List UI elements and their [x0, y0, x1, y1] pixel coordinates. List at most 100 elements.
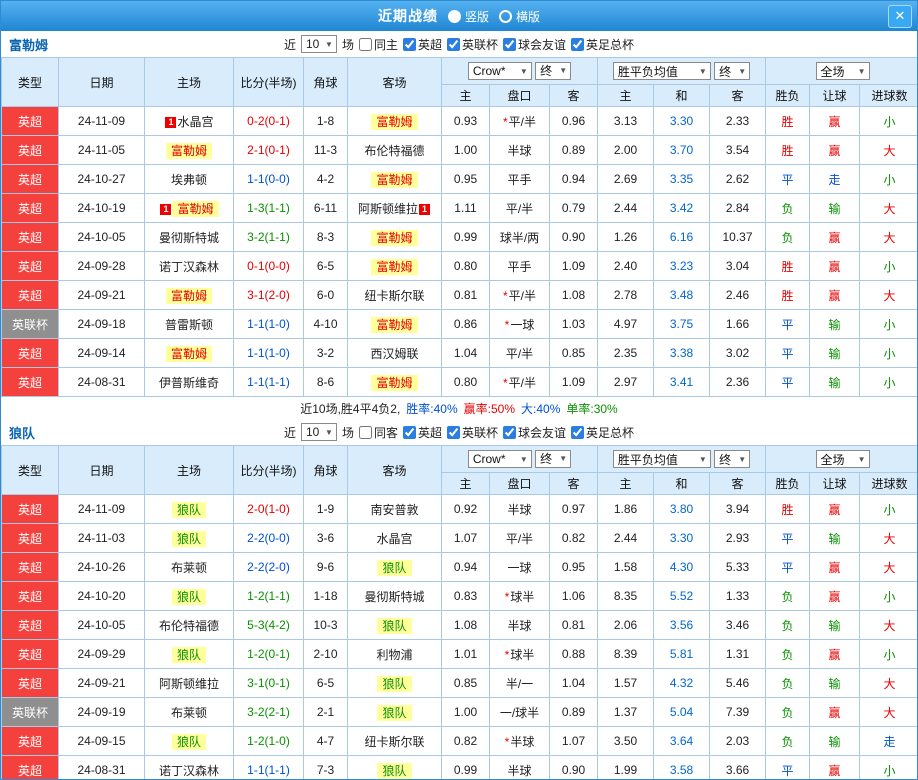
match-scope-select-value: 全场 — [820, 64, 845, 79]
away-team: 富勒姆 — [347, 106, 442, 136]
league-checkbox-epl[interactable]: 英超 — [402, 424, 442, 441]
league-checkbox-facup[interactable]: 英足总杯 — [571, 424, 634, 441]
avg-odds-select[interactable]: 胜平负均值 ▼ — [612, 450, 711, 468]
dropdown-arrow-icon: ▼ — [519, 66, 528, 76]
league-checkbox-friendly[interactable]: 球会友谊 — [503, 36, 566, 53]
handicap-result-mark: 赢 — [809, 755, 861, 779]
goals-result-mark: 大 — [859, 610, 917, 640]
layout-horizontal-radio[interactable]: 横版 — [499, 8, 540, 25]
match-row: 英超 24-11-05 富勒姆 2-1(0-1) 11-3 布伦特福德 1.00 半球 0.89… — [1, 135, 917, 165]
avg-odds-select[interactable]: 胜平负均值 ▼ — [612, 62, 711, 80]
score: 2-2(0-0) — [233, 523, 304, 553]
same-venue-checkbox[interactable]: 同客 — [358, 424, 398, 441]
same-venue-checkbox-input[interactable] — [358, 425, 372, 439]
league-checkbox-facup-input[interactable] — [571, 425, 585, 439]
avg-odds-time-select[interactable]: 终 ▼ — [714, 450, 751, 468]
home-team: 狼队 — [144, 494, 234, 524]
match-row: 英超 24-10-05 布伦特福德 5-3(4-2) 10-3 狼队 1.08 半球 0.81 2… — [1, 610, 917, 640]
close-button[interactable]: ✕ — [888, 5, 912, 28]
league-checkbox-friendly[interactable]: 球会友谊 — [503, 424, 566, 441]
home-odds: 1.11 — [441, 193, 490, 223]
team-highlight: 狼队 — [171, 733, 206, 750]
league-label-eflcup: 英联杯 — [462, 425, 499, 440]
away-odds: 1.07 — [549, 726, 598, 756]
corner-count: 9-6 — [303, 552, 348, 582]
away-odds: 0.82 — [549, 523, 598, 553]
dropdown-arrow-icon: ▼ — [738, 454, 747, 464]
league-type-badge: 英超 — [1, 135, 59, 165]
team-highlight: 狼队 — [377, 559, 412, 576]
league-label-eflcup: 英联杯 — [462, 37, 499, 52]
home-odds: 1.00 — [441, 135, 490, 165]
score: 1-1(1-0) — [233, 309, 304, 339]
score: 3-1(0-1) — [233, 668, 304, 698]
score: 2-2(2-0) — [233, 552, 304, 582]
league-checkbox-epl-input[interactable] — [402, 37, 416, 51]
bookmaker-select-value: Crow* — [472, 64, 506, 79]
match-scope-select[interactable]: 全场 ▼ — [815, 62, 870, 80]
away-odds: 0.95 — [549, 552, 598, 582]
bookmaker-select[interactable]: Crow* ▼ — [467, 62, 532, 81]
corner-count: 6-0 — [303, 280, 348, 310]
league-type-badge: 英联杯 — [1, 309, 59, 339]
avg-draw-odds: 3.30 — [653, 106, 710, 136]
goals-result-mark: 小 — [859, 581, 917, 611]
league-checkbox-eflcup-input[interactable] — [447, 425, 460, 439]
score: 1-3(1-1) — [233, 193, 304, 223]
bookmaker-select[interactable]: Crow* ▼ — [467, 450, 532, 469]
league-checkbox-friendly-input[interactable] — [503, 425, 517, 439]
team-section-fulham: 富勒姆 近 10 ▼ 场 同主 英超 英联杯 球会友谊 英足总杯 类型 日期 主… — [1, 31, 917, 419]
same-venue-label: 同主 — [373, 37, 398, 52]
league-checkbox-friendly-input[interactable] — [503, 37, 517, 51]
corner-count: 4-2 — [303, 164, 348, 194]
results-table: 类型 日期 主场 比分(半场) 角球 客场 Crow* ▼ 终 ▼ 胜平负均值 ▼ 终… — [1, 57, 917, 397]
match-count-select[interactable]: 10 ▼ — [300, 35, 337, 53]
team-highlight: 狼队 — [377, 704, 412, 721]
odds-time-select[interactable]: 终 ▼ — [535, 61, 572, 80]
avg-home-odds: 1.58 — [597, 552, 654, 582]
league-type-badge: 英超 — [1, 581, 59, 611]
col-header-corner: 角球 — [303, 445, 348, 495]
home-odds: 1.00 — [441, 697, 490, 727]
col-header-avg-home: 主 — [597, 84, 654, 107]
match-count-select[interactable]: 10 ▼ — [300, 423, 337, 441]
result-header: 全场 ▼ — [765, 57, 917, 85]
odds-time-select[interactable]: 终 ▼ — [535, 449, 572, 468]
league-label-friendly: 球会友谊 — [518, 37, 567, 52]
league-type-badge: 英联杯 — [1, 697, 59, 727]
corner-count: 1-8 — [303, 106, 348, 136]
team-highlight: 狼队 — [171, 646, 206, 663]
league-checkbox-epl-input[interactable] — [402, 425, 416, 439]
away-team: 纽卡斯尔联 — [347, 280, 442, 310]
goals-result-mark: 小 — [859, 367, 917, 397]
result-mark: 负 — [765, 581, 811, 611]
home-team: 富勒姆 — [144, 135, 234, 165]
league-checkbox-facup[interactable]: 英足总杯 — [571, 36, 634, 53]
handicap-result-mark: 赢 — [809, 222, 861, 252]
result-mark: 胜 — [765, 106, 811, 136]
league-checkbox-eflcup[interactable]: 英联杯 — [447, 36, 498, 53]
league-checkbox-eflcup[interactable]: 英联杯 — [447, 424, 498, 441]
league-checkbox-epl[interactable]: 英超 — [402, 36, 442, 53]
avg-draw-odds: 3.30 — [653, 523, 710, 553]
avg-away-odds: 2.93 — [708, 523, 767, 553]
col-header-home: 主场 — [144, 57, 234, 107]
same-venue-checkbox[interactable]: 同主 — [358, 36, 398, 53]
layout-vertical-radio[interactable]: 竖版 — [447, 8, 489, 25]
team-highlight: 富勒姆 — [371, 374, 418, 391]
avg-odds-time-select[interactable]: 终 ▼ — [714, 62, 751, 80]
handicap-result-mark: 输 — [809, 523, 861, 553]
handicap-line: 平/半 — [489, 193, 550, 223]
away-team: 纽卡斯尔联 — [347, 726, 442, 756]
away-team: 富勒姆 — [347, 222, 442, 252]
league-checkbox-facup-input[interactable] — [571, 37, 585, 51]
same-venue-checkbox-input[interactable] — [358, 37, 372, 51]
league-checkbox-eflcup-input[interactable] — [447, 37, 460, 51]
match-row: 英超 24-08-31 伊普斯维奇 1-1(1-1) 8-6 富勒姆 0.80 *平/半 1.0… — [1, 367, 917, 397]
match-scope-select[interactable]: 全场 ▼ — [815, 450, 870, 468]
league-type-badge: 英超 — [1, 494, 59, 524]
dropdown-arrow-icon: ▼ — [325, 39, 333, 49]
handicap-line: 一球 — [489, 552, 550, 582]
corner-count: 3-6 — [303, 523, 348, 553]
handicap-result-mark: 赢 — [809, 106, 861, 136]
